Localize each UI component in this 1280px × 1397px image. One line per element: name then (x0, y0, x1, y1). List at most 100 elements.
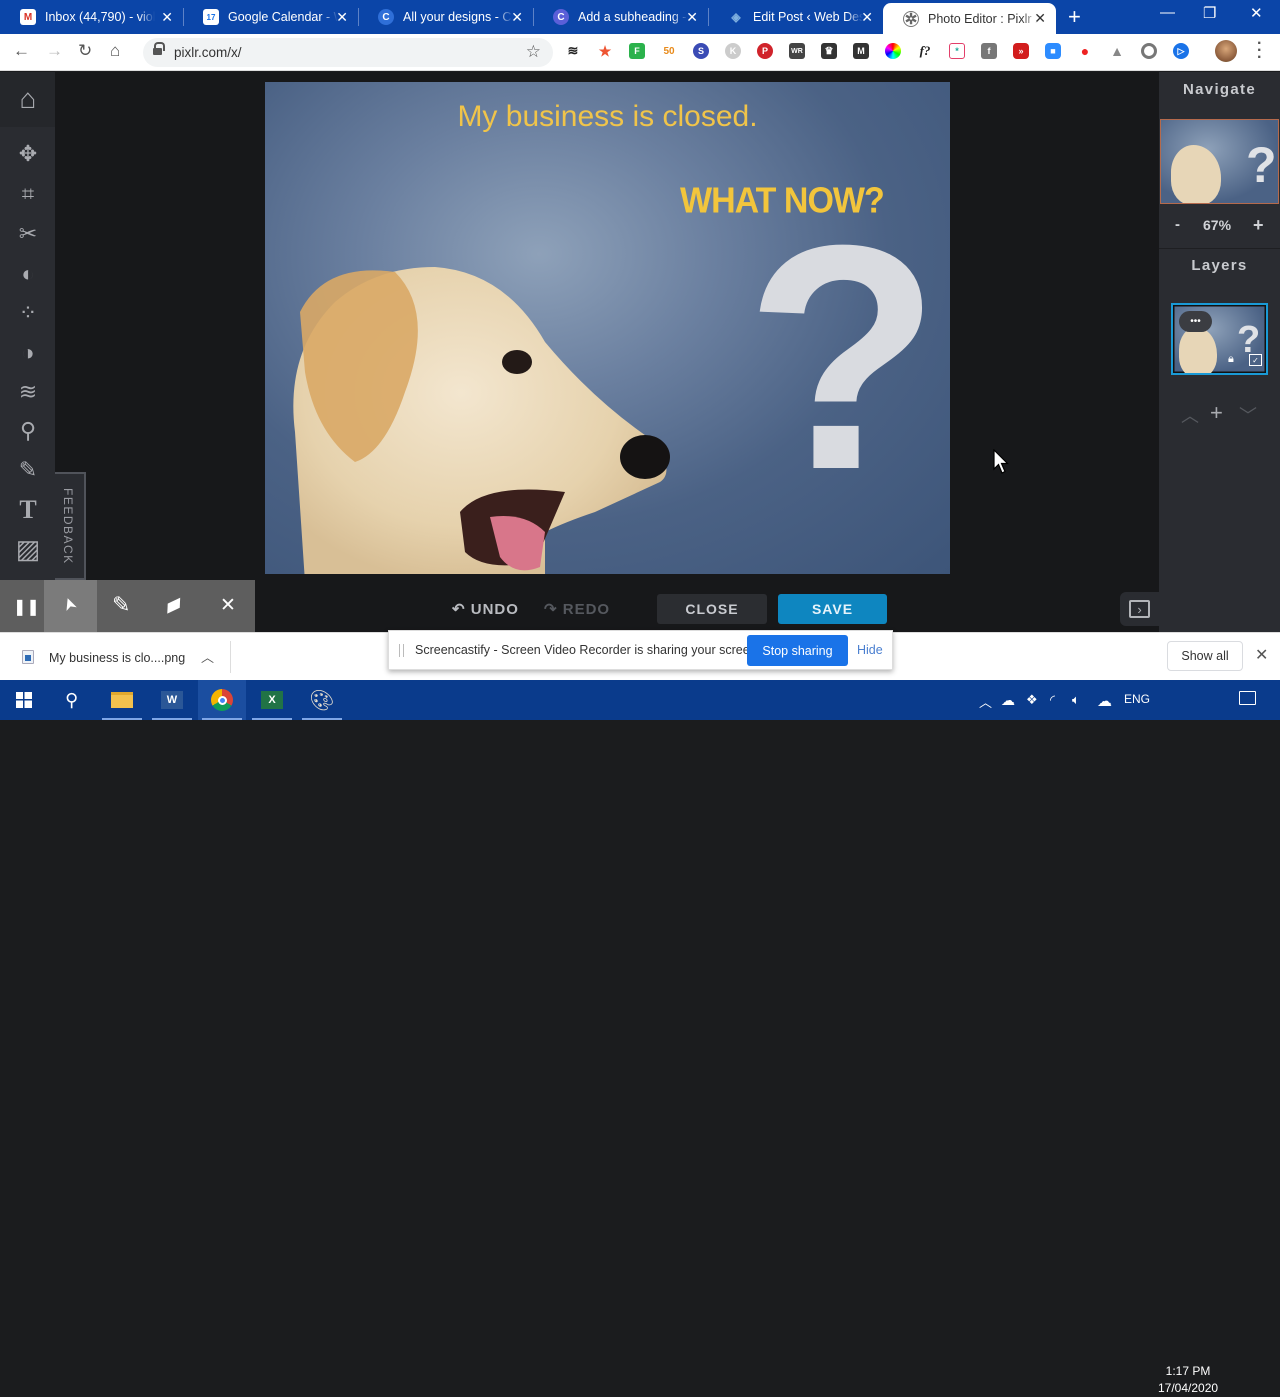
canvas-question-mark[interactable]: ? (745, 197, 940, 517)
drive-extension-icon[interactable]: ▲ (1109, 43, 1125, 59)
start-button[interactable] (0, 680, 48, 720)
stop-sharing-button[interactable]: Stop sharing (747, 635, 848, 666)
cutout-tool-icon[interactable]: ✂ (14, 220, 42, 248)
new-tab-button[interactable]: + (1068, 4, 1081, 30)
zoom-out-button[interactable]: - (1175, 216, 1180, 233)
cloud-upload-icon[interactable]: ☁ (1097, 692, 1112, 710)
feedly-extension-icon[interactable]: F (629, 43, 645, 59)
k-extension-icon[interactable]: K (725, 43, 741, 59)
tab-close-icon[interactable]: ✕ (161, 9, 173, 26)
tab-gmail[interactable]: M Inbox (44,790) - viola ✕ (0, 0, 184, 34)
screencastify-extension-icon[interactable]: ● (1077, 43, 1093, 59)
layer-thumbnail[interactable]: ? ••• 🔒︎ ✓ (1171, 303, 1268, 375)
tab-close-icon[interactable]: ✕ (1034, 10, 1046, 27)
filter-tool-icon[interactable]: ⁘ (14, 299, 42, 327)
back-icon[interactable]: ← (13, 41, 30, 61)
canvas-headline-text[interactable]: My business is closed. (265, 100, 950, 134)
image-canvas[interactable]: My business is closed. WHAT NOW? ? (265, 82, 950, 574)
circle-extension-icon[interactable] (1141, 43, 1157, 59)
home-icon[interactable]: ⌂ (110, 41, 120, 61)
address-bar[interactable]: pixlr.com/x/ ☆ (143, 38, 553, 67)
pen-icon[interactable]: ✎ (112, 592, 130, 618)
language-indicator[interactable]: ENG (1124, 692, 1150, 706)
star-extension-icon[interactable]: ★ (597, 43, 613, 59)
layer-lock-icon[interactable]: 🔒︎ (1228, 353, 1240, 365)
volume-icon[interactable]: 🔈︎ (1072, 692, 1080, 708)
taskbar-paint[interactable]: 🎨︎ (298, 680, 346, 720)
facebook-extension-icon[interactable]: f (981, 43, 997, 59)
tab-edit-post[interactable]: ◈ Edit Post ‹ Web Desi ✕ (708, 0, 883, 34)
highlighter-icon[interactable]: ▰ (159, 587, 188, 621)
chevron-up-icon[interactable]: ︿ (201, 647, 214, 666)
layer-move-down-icon[interactable]: ﹀ (1239, 402, 1257, 428)
clip-extension-icon[interactable]: * (949, 43, 965, 59)
annotation-close-icon[interactable]: ✕ (220, 594, 236, 617)
home-tool-icon[interactable]: ⌂ (14, 83, 42, 114)
show-hidden-icons-chevron[interactable]: ︿ (979, 692, 992, 711)
zoom-in-button[interactable]: + (1253, 215, 1264, 236)
tab-canva-subheading[interactable]: C Add a subheading - ✕ (533, 0, 709, 34)
layer-visibility-checkbox[interactable]: ✓ (1249, 354, 1262, 366)
taskbar-excel[interactable]: X (248, 680, 296, 720)
tab-pixlr-active[interactable]: ✲ Photo Editor : Pixlr X ✕ (883, 3, 1056, 34)
layer-menu-button[interactable]: ••• (1179, 311, 1212, 332)
effect-tool-icon[interactable]: ◑ (14, 339, 42, 367)
feedback-tab[interactable]: FEEDBACK (55, 472, 86, 580)
arrange-tool-icon[interactable]: ✥ (14, 140, 42, 168)
crop-tool-icon[interactable]: ⌗ (14, 180, 42, 208)
pause-icon[interactable]: ❚❚ (13, 597, 40, 617)
close-downloads-bar-icon[interactable]: ✕ (1255, 645, 1268, 665)
taskbar-file-explorer[interactable] (98, 680, 146, 720)
search-button[interactable]: ⚲ (48, 680, 96, 720)
navigator-thumbnail[interactable]: ? (1160, 119, 1279, 204)
onedrive-icon[interactable]: ☁ (1001, 692, 1015, 709)
arrow-extension-icon[interactable]: ▷ (1173, 43, 1189, 59)
close-window-button[interactable]: ✕ (1250, 4, 1263, 22)
tab-close-icon[interactable]: ✕ (686, 9, 698, 26)
hide-button[interactable]: Hide (857, 643, 883, 657)
buffer-extension-icon[interactable]: ≋ (565, 43, 581, 59)
collapse-panel-button[interactable]: › (1120, 592, 1159, 626)
tab-google-calendar[interactable]: 17 Google Calendar - W ✕ (183, 0, 359, 34)
bookmark-star-icon[interactable]: ☆ (526, 42, 541, 62)
restore-button[interactable]: ❐ (1203, 4, 1216, 22)
profile-avatar[interactable] (1215, 40, 1237, 62)
wifi-icon[interactable]: ◜ (1050, 692, 1055, 708)
url-text[interactable]: pixlr.com/x/ (174, 45, 242, 60)
tab-canva-designs[interactable]: C All your designs - Ca ✕ (358, 0, 534, 34)
drag-handle-icon[interactable] (399, 644, 404, 657)
clock[interactable]: 1:17 PM 17/04/2020 (1158, 1363, 1218, 1397)
adjust-tool-icon[interactable]: ◐ (14, 260, 42, 288)
m-extension-icon[interactable]: M (853, 43, 869, 59)
download-file-name[interactable]: My business is clo....png (49, 651, 185, 665)
color-wheel-extension-icon[interactable] (885, 43, 901, 59)
undo-button[interactable]: ↶ UNDO (452, 600, 519, 618)
add-layer-icon[interactable]: + (1210, 400, 1223, 426)
text-tool-icon[interactable]: T (14, 495, 42, 524)
redo-button[interactable]: ↷ REDO (544, 600, 610, 618)
taskbar-word[interactable]: W (148, 680, 196, 720)
liquify-tool-icon[interactable]: ≋ (14, 378, 42, 406)
taskbar-chrome[interactable] (198, 680, 246, 720)
pinterest-extension-icon[interactable]: P (757, 43, 773, 59)
retouch-tool-icon[interactable]: ⚲ (14, 417, 42, 445)
element-tool-icon[interactable]: ▨ (14, 534, 42, 564)
tab-close-icon[interactable]: ✕ (336, 9, 348, 26)
dropbox-icon[interactable]: ❖ (1026, 692, 1038, 708)
wr-extension-icon[interactable]: WR (789, 43, 805, 59)
tab-close-icon[interactable]: ✕ (511, 9, 523, 26)
browser-menu-icon[interactable]: · · · (1257, 36, 1262, 66)
minimize-button[interactable]: — (1160, 4, 1175, 21)
zoom-extension-icon[interactable]: ■ (1045, 43, 1061, 59)
font-question-extension-icon[interactable]: f? (917, 43, 933, 59)
layer-move-up-icon[interactable]: ︿ (1181, 402, 1199, 428)
forward-icon[interactable]: → (46, 41, 63, 61)
fifty-extension-icon[interactable]: 50 (661, 43, 677, 59)
action-center-icon[interactable] (1239, 691, 1256, 705)
reload-icon[interactable]: ↻ (78, 41, 92, 61)
tab-close-icon[interactable]: ✕ (861, 9, 873, 26)
close-button[interactable]: CLOSE (657, 594, 767, 624)
youtube-extension-icon[interactable]: » (1013, 43, 1029, 59)
crown-extension-icon[interactable]: ♛ (821, 43, 837, 59)
save-button[interactable]: SAVE (778, 594, 887, 624)
